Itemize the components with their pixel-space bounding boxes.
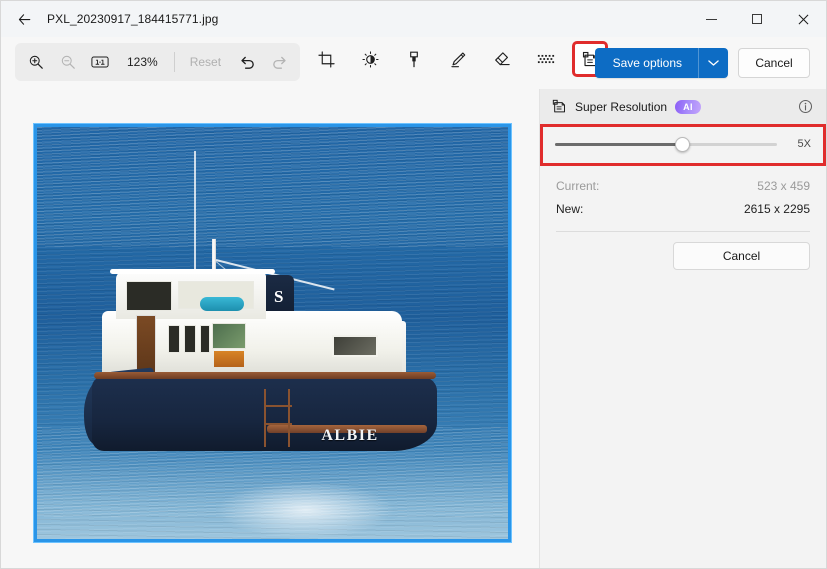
zoom-controls-group: 123% Reset	[15, 43, 301, 81]
save-options-label: Save options	[612, 56, 682, 70]
actual-size-button[interactable]	[85, 47, 115, 77]
highlighter-tool-button[interactable]	[443, 44, 473, 74]
toolbar-divider	[173, 52, 175, 72]
new-label: New:	[556, 201, 584, 216]
scale-slider-highlight: 5X	[540, 124, 826, 166]
close-icon	[798, 14, 808, 24]
reset-button[interactable]: Reset	[181, 50, 230, 74]
title-bar: PXL_20230917_184415771.jpg	[1, 1, 826, 37]
adjustment-tool-button[interactable]	[355, 44, 385, 74]
slider-thumb[interactable]	[674, 137, 690, 152]
stern-ladder	[264, 389, 292, 447]
panel-cancel-button[interactable]: Cancel	[673, 242, 810, 270]
aft-window	[332, 335, 378, 357]
markup-pen-tool-button[interactable]	[399, 44, 429, 74]
save-options-button[interactable]: Save options	[594, 48, 728, 78]
cabin-window-2	[184, 325, 196, 353]
save-options-dropdown-button[interactable]	[698, 48, 728, 78]
super-resolution-panel: Super Resolution AI 5X Current: 523 x 45…	[539, 89, 826, 568]
editor-body: S ALBIE Super Resolution AI 5X Current: …	[1, 89, 826, 568]
image-preview[interactable]: S ALBIE	[34, 124, 511, 542]
zoom-out-icon	[61, 55, 75, 69]
edit-tools-group	[311, 41, 608, 77]
wheelhouse-window	[126, 281, 172, 311]
close-button[interactable]	[780, 1, 826, 37]
undo-button[interactable]	[232, 47, 262, 77]
slider-fill	[555, 143, 682, 146]
eraser-tool-button[interactable]	[487, 44, 517, 74]
chevron-down-icon	[708, 60, 719, 66]
crop-icon	[317, 50, 335, 68]
info-button[interactable]	[792, 94, 818, 120]
panel-title: Super Resolution	[575, 99, 668, 114]
wave-band-top	[37, 127, 508, 247]
ai-badge: AI	[675, 99, 701, 114]
photos-editor-window: PXL_20230917_184415771.jpg 123% Reset Sa…	[0, 0, 827, 569]
deck-tank	[200, 297, 244, 311]
info-icon	[798, 99, 812, 114]
cabin-window-3	[200, 325, 210, 353]
dimension-info: Current: 523 x 459 New: 2615 x 2295	[540, 166, 826, 220]
current-label: Current:	[556, 178, 600, 193]
new-value: 2615 x 2295	[743, 201, 810, 216]
eraser-icon	[494, 51, 510, 65]
minimize-button[interactable]	[688, 1, 734, 37]
current-value: 523 x 459	[757, 178, 810, 193]
minimize-icon	[705, 18, 717, 20]
rub-rail	[94, 372, 436, 379]
scale-slider-row: 5X	[555, 135, 811, 153]
window-controls	[688, 1, 826, 37]
zoom-in-icon	[29, 55, 43, 69]
maximize-button[interactable]	[734, 1, 780, 37]
one-to-one-icon	[91, 56, 109, 68]
blur-tool-button[interactable]	[531, 44, 561, 74]
cabin-window-1	[168, 325, 180, 353]
blur-icon	[537, 54, 555, 64]
current-dimension-row: Current: 523 x 459	[556, 174, 810, 197]
action-buttons-group: Save options Cancel	[594, 48, 810, 78]
panel-header: Super Resolution AI	[540, 89, 826, 124]
roof-line	[110, 269, 275, 274]
editor-toolbar: 123% Reset Save options Cancel	[1, 37, 826, 89]
back-button[interactable]	[9, 6, 39, 32]
boat: S ALBIE	[84, 151, 442, 484]
panel-actions: Cancel	[540, 232, 826, 270]
scale-value-label: 5X	[797, 138, 811, 150]
photo-content: S ALBIE	[37, 127, 508, 539]
zoom-out-button[interactable]	[53, 47, 83, 77]
new-dimension-row: New: 2615 x 2295	[556, 197, 810, 220]
green-window	[212, 323, 246, 349]
super-resolution-icon	[552, 99, 565, 113]
maximize-icon	[752, 14, 762, 24]
brightness-icon	[361, 50, 379, 68]
orange-panel	[214, 351, 244, 367]
zoom-level-label: 123%	[127, 55, 158, 69]
redo-button[interactable]	[264, 47, 294, 77]
highlighter-icon	[450, 52, 465, 67]
water-glare	[215, 481, 395, 539]
boat-name-text: ALBIE	[321, 427, 379, 444]
undo-icon	[240, 56, 254, 69]
redo-icon	[272, 56, 286, 69]
arrow-left-icon	[18, 13, 30, 25]
stack-letter: S	[274, 287, 284, 306]
window-title: PXL_20230917_184415771.jpg	[47, 12, 219, 26]
image-canvas-area[interactable]: S ALBIE	[1, 89, 539, 568]
pen-icon	[410, 51, 418, 67]
crop-tool-button[interactable]	[311, 44, 341, 74]
cancel-button-toolbar[interactable]: Cancel	[738, 48, 810, 78]
zoom-in-button[interactable]	[21, 47, 51, 77]
scale-slider[interactable]	[555, 135, 777, 153]
